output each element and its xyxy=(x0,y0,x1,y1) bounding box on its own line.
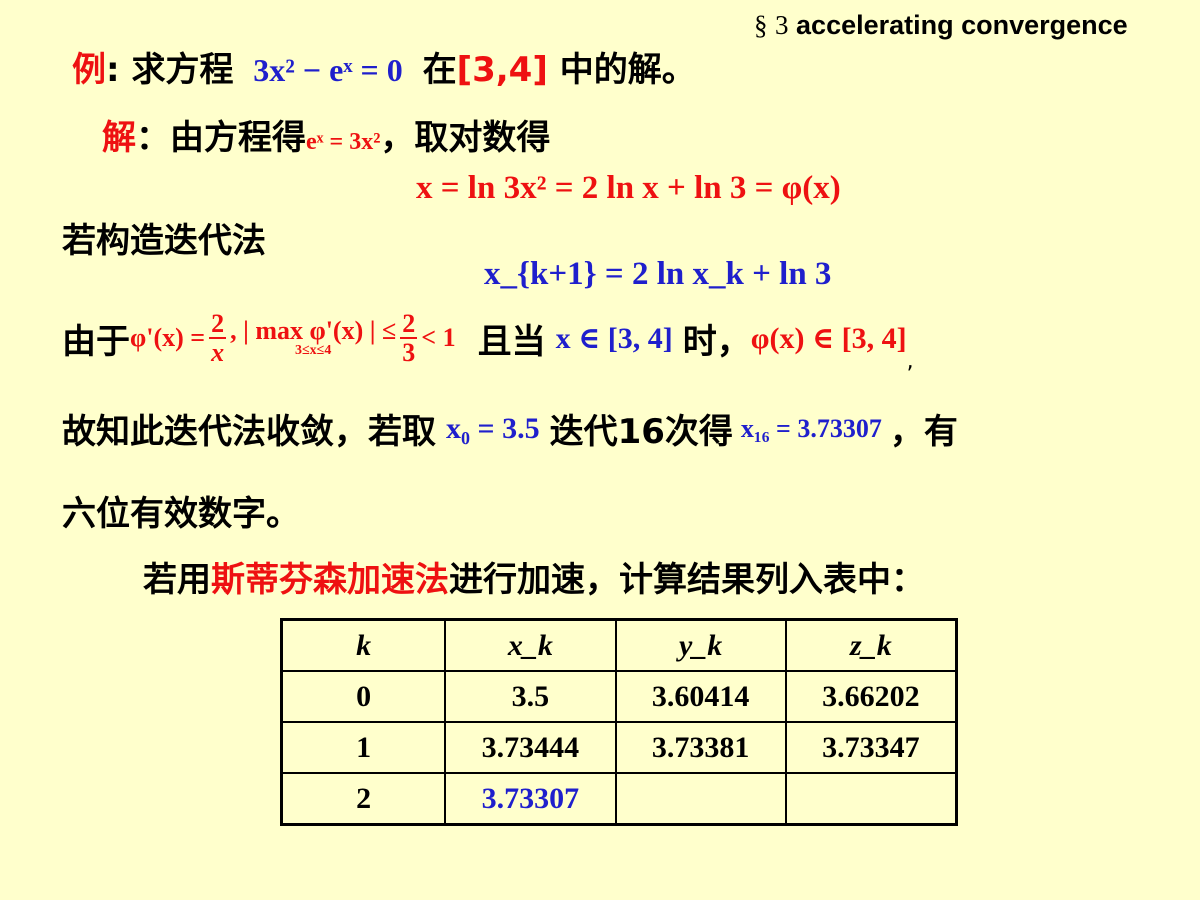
max-subscript: 3≤x≤4 xyxy=(294,343,332,358)
tail-comma: , xyxy=(906,349,914,374)
cell-zk: 3.66202 xyxy=(784,670,958,723)
and-when-text: 且当 xyxy=(477,321,546,362)
example-line: 例: 求方程 3x² − eˣ = 0 在[3,4] 中的解。 xyxy=(72,42,696,91)
example-prefix: 求方程 xyxy=(131,50,234,90)
example-suffix: 中的解。 xyxy=(559,50,696,90)
table-row: 1 3.73444 3.73381 3.73347 xyxy=(280,721,958,774)
cell-yk: 3.60414 xyxy=(614,670,787,723)
cell-xk: 3.5 xyxy=(444,670,617,723)
cell-zk xyxy=(784,772,958,826)
significant-digits-text: 六位有效数字。 xyxy=(62,494,300,534)
derivative-expression: φ'(x) = 2 x , | max φ'(x) | ≤ 3≤x≤4 2 3 … xyxy=(130,308,456,367)
steffensen-method: 斯蒂芬森加速法 xyxy=(211,560,449,600)
phi-prime: φ'(x) = xyxy=(130,323,206,352)
fraction-numerator: 2 xyxy=(209,308,227,339)
header-k: k xyxy=(280,618,447,672)
section-number: 3 xyxy=(775,10,789,40)
cell-k: 0 xyxy=(280,670,447,723)
convergence-text3: ，有 xyxy=(889,412,958,452)
derivative-line: 由于 φ'(x) = 2 x , | max φ'(x) | ≤ 3≤x≤4 2… xyxy=(62,302,914,374)
header-xk: x_k xyxy=(444,618,617,672)
header-yk: y_k xyxy=(614,618,787,672)
log-equation: x = ln 3x² = 2 ln x + ln 3 = φ(x) xyxy=(416,170,841,206)
x16-value: x₁₆ = 3.73307 xyxy=(740,413,882,443)
solution-colon: ： xyxy=(136,118,170,158)
solution-label: 解 xyxy=(102,118,136,158)
cell-xk: 3.73307 xyxy=(444,772,617,826)
cell-yk: 3.73381 xyxy=(614,721,787,774)
steffensen-suffix: 进行加速，计算结果列入表中： xyxy=(449,560,925,600)
fraction-numerator: 2 xyxy=(400,308,418,339)
phi-in-interval: φ(x) ∈ [3, 4] xyxy=(750,321,907,355)
steffensen-line: 若用斯蒂芬森加速法进行加速，计算结果列入表中： xyxy=(143,552,925,601)
fraction-2-over-3: 2 3 xyxy=(400,308,418,367)
when-text: 时， xyxy=(682,321,751,362)
cell-k: 1 xyxy=(280,721,447,774)
example-label: 例 xyxy=(72,50,106,90)
solution-line: 解：由方程得eˣ = 3x²，取对数得 xyxy=(102,110,550,159)
cell-zk: 3.73347 xyxy=(784,721,958,774)
cell-k: 2 xyxy=(280,772,447,826)
fraction-denominator: x xyxy=(211,338,225,367)
example-mid: 在 xyxy=(422,50,457,90)
example-interval: [3,4] xyxy=(456,50,548,90)
convergence-text2: 迭代16次得 xyxy=(549,412,733,452)
example-equation: 3x² − eˣ = 0 xyxy=(253,52,403,88)
header-zk: z_k xyxy=(784,618,958,672)
fraction-2-over-x: 2 x xyxy=(209,308,227,367)
convergence-line: 故知此迭代法收敛，若取 x₀ = 3.5 迭代16次得 x₁₆ = 3.7330… xyxy=(62,404,958,453)
cell-xk: 3.73444 xyxy=(444,721,617,774)
section-symbol: § xyxy=(754,10,768,40)
max-expression: , | max φ'(x) | ≤ 3≤x≤4 xyxy=(230,318,396,358)
max-text: , | max φ'(x) | ≤ xyxy=(230,316,397,345)
fraction-denominator: 3 xyxy=(402,338,416,367)
solution-text1: 由方程得 xyxy=(170,118,306,158)
construct-text: 若构造迭代法 xyxy=(62,221,266,261)
iteration-formula: x_{k+1} = 2 ln x_k + ln 3 xyxy=(484,256,832,292)
x0-value: x₀ = 3.5 xyxy=(446,411,540,445)
x-in-interval: x ∈ [3, 4] xyxy=(555,321,673,355)
steffensen-prefix: 若用 xyxy=(143,560,211,600)
solution-equation: eˣ = 3x² xyxy=(306,129,381,155)
less-than-one: < 1 xyxy=(421,323,456,352)
example-colon: : xyxy=(106,50,120,90)
results-table: k x_k y_k z_k 0 3.5 3.60414 3.66202 1 3.… xyxy=(280,618,958,826)
table-header-row: k x_k y_k z_k xyxy=(280,618,958,672)
derivative-prefix: 由于 xyxy=(62,321,130,362)
convergence-text1: 故知此迭代法收敛，若取 xyxy=(62,412,436,452)
table-row: 0 3.5 3.60414 3.66202 xyxy=(280,670,958,723)
section-title: accelerating convergence xyxy=(796,10,1128,40)
table-row: 2 3.73307 xyxy=(280,772,958,826)
section-header: § 3 accelerating convergence xyxy=(754,10,1128,41)
cell-yk xyxy=(614,772,787,826)
solution-text2: ，取对数得 xyxy=(380,118,551,158)
